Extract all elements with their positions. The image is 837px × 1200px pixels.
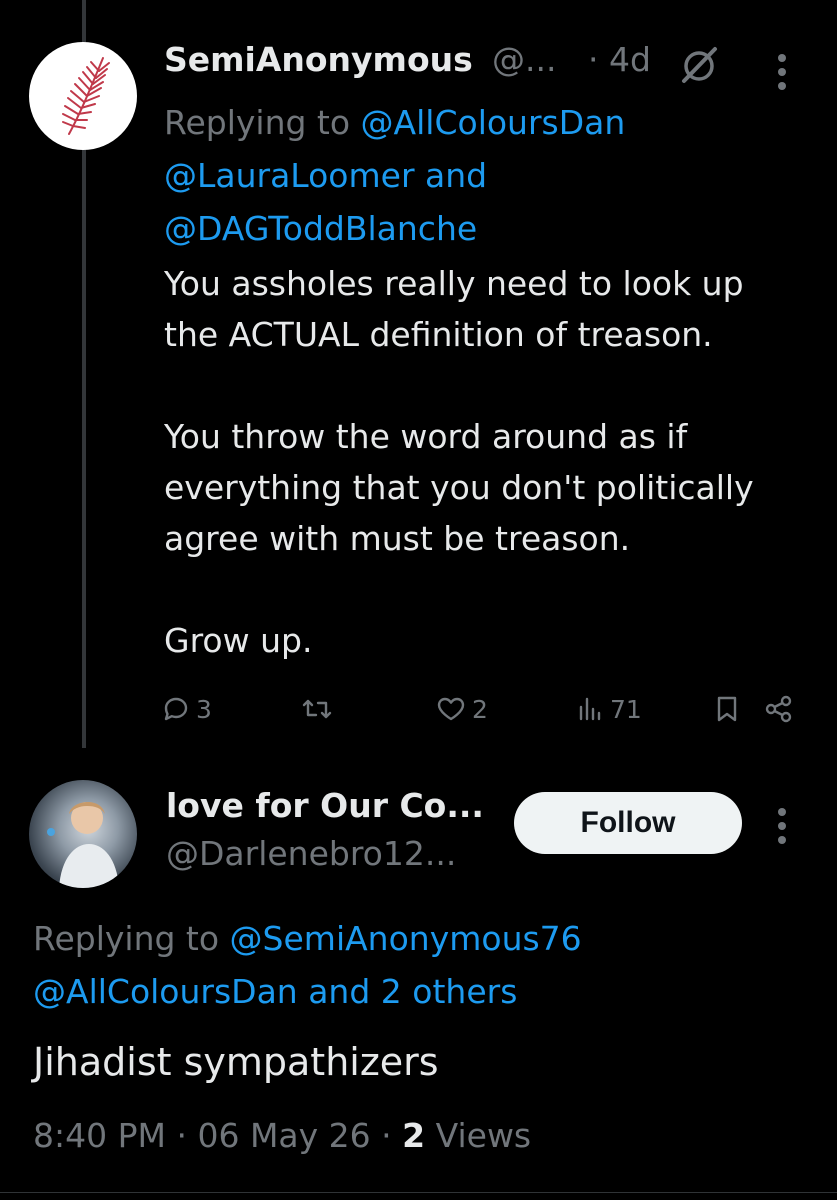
bookmark-button[interactable] (714, 688, 740, 730)
separator: · (381, 1116, 392, 1155)
like-count: 2 (472, 694, 488, 724)
share-button[interactable] (764, 688, 794, 730)
tweet-paragraph: You throw the word around as if everythi… (164, 417, 754, 558)
display-name[interactable]: SemiAnonymous (164, 40, 473, 79)
timestamp[interactable]: · 4d (588, 40, 651, 79)
mention-link[interactable]: @SemiAnonymous76 (230, 919, 582, 958)
display-name[interactable]: love for Our Co... (166, 786, 484, 825)
bookmark-icon (717, 696, 737, 722)
more-dots-icon[interactable] (778, 54, 788, 96)
repost-button[interactable] (302, 688, 338, 730)
like-button[interactable]: 2 (436, 688, 488, 730)
tweet-text: Jihadist sympathizers (33, 1040, 439, 1084)
reply-count: 3 (196, 694, 212, 724)
user-handle[interactable]: @... (492, 40, 556, 79)
grok-slash-icon[interactable] (678, 44, 720, 86)
fern-leaf-icon (62, 57, 110, 135)
tweet-paragraph: You assholes really need to look up the … (164, 264, 744, 354)
replying-prefix: Replying to (33, 919, 230, 958)
mention-link[interactable]: @LauraLoomer and (164, 156, 487, 195)
mention-link[interactable]: @AllColoursDan and 2 others (33, 972, 517, 1011)
divider (0, 1192, 837, 1193)
views-label: Views (435, 1116, 532, 1155)
tweet-meta: 8:40 PM · 06 May 26 · 2 Views (33, 1116, 531, 1155)
child-portrait-icon (47, 801, 119, 888)
reply-icon (164, 697, 188, 721)
separator: · (176, 1116, 187, 1155)
share-icon (765, 695, 792, 723)
tweet-paragraph: Grow up. (164, 621, 313, 660)
views-button[interactable]: 71 (576, 688, 642, 730)
tweet-date[interactable]: 06 May 26 (197, 1116, 370, 1155)
views-count: 2 (402, 1116, 426, 1155)
replying-prefix: Replying to (164, 103, 361, 142)
mention-link[interactable]: @AllColoursDan (361, 103, 626, 142)
replying-to: Replying to @AllColoursDan @LauraLoomer … (164, 96, 804, 255)
mention-link[interactable]: @DAGToddBlanche (164, 209, 477, 248)
more-dots-icon[interactable] (778, 808, 788, 850)
repost-icon (302, 699, 332, 719)
user-handle[interactable]: @Darlenebro12... (166, 834, 456, 873)
like-icon (437, 697, 465, 721)
avatar[interactable] (29, 780, 137, 888)
replying-to: Replying to @SemiAnonymous76 @AllColours… (33, 912, 813, 1018)
tweet-time[interactable]: 8:40 PM (33, 1116, 166, 1155)
reply-button[interactable]: 3 (162, 688, 212, 730)
views-count: 71 (610, 694, 642, 724)
tweet-text: You assholes really need to look up the … (164, 258, 804, 666)
avatar[interactable] (29, 42, 137, 150)
views-icon (579, 697, 601, 721)
follow-button[interactable]: Follow (514, 792, 742, 854)
